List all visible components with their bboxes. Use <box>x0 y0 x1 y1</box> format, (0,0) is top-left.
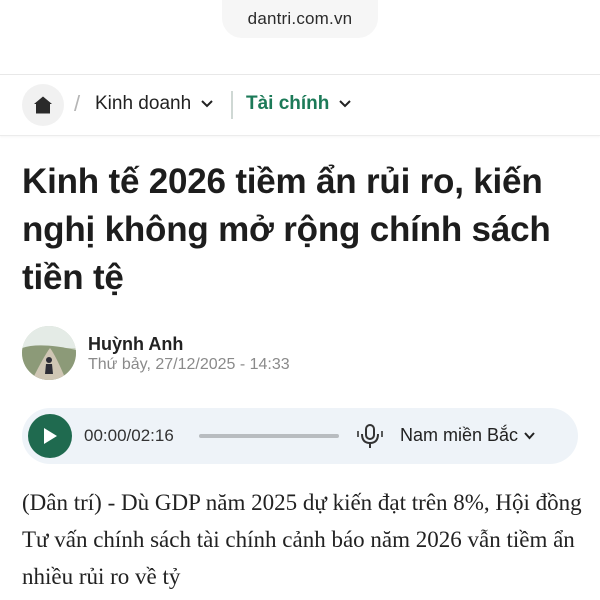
breadcrumb-subcategory-label: Tài chính <box>246 93 330 114</box>
home-icon <box>34 96 52 114</box>
breadcrumb: / Kinh doanh Tài chính <box>0 75 600 136</box>
play-button[interactable] <box>28 414 72 458</box>
chevron-down-icon <box>339 100 352 108</box>
breadcrumb-divider <box>231 91 233 119</box>
author-name[interactable]: Huỳnh Anh <box>88 334 183 355</box>
audio-player: 00:00/02:16 Nam miền Bắc <box>22 408 578 464</box>
author-avatar[interactable] <box>22 326 76 380</box>
browser-top-bar: dantri.com.vn <box>0 0 600 75</box>
article-lead: (Dân trí) - Dù GDP năm 2025 dự kiến đạt … <box>22 490 582 589</box>
breadcrumb-category-label: Kinh doanh <box>95 93 192 114</box>
voice-selector[interactable]: Nam miền Bắc <box>400 425 535 446</box>
breadcrumb-subcategory[interactable]: Tài chính <box>246 93 352 115</box>
microphone-icon[interactable] <box>356 422 384 450</box>
chevron-down-icon <box>524 431 535 440</box>
breadcrumb-separator: / <box>74 91 81 116</box>
url-bar[interactable]: dantri.com.vn <box>222 0 378 38</box>
article-title: Kinh tế 2026 tiềm ẩn rủi ro, kiến nghị k… <box>22 162 551 297</box>
play-icon <box>44 428 57 444</box>
home-button[interactable] <box>22 84 64 126</box>
breadcrumb-category[interactable]: Kinh doanh <box>95 93 213 115</box>
audio-time: 00:00/02:16 <box>84 426 174 445</box>
publish-date: Thứ bảy, 27/12/2025 - 14:33 <box>88 356 290 373</box>
voice-selector-label: Nam miền Bắc <box>400 425 519 445</box>
url-text: dantri.com.vn <box>247 9 353 28</box>
chevron-down-icon <box>201 100 213 108</box>
audio-progress-track[interactable] <box>199 434 339 438</box>
